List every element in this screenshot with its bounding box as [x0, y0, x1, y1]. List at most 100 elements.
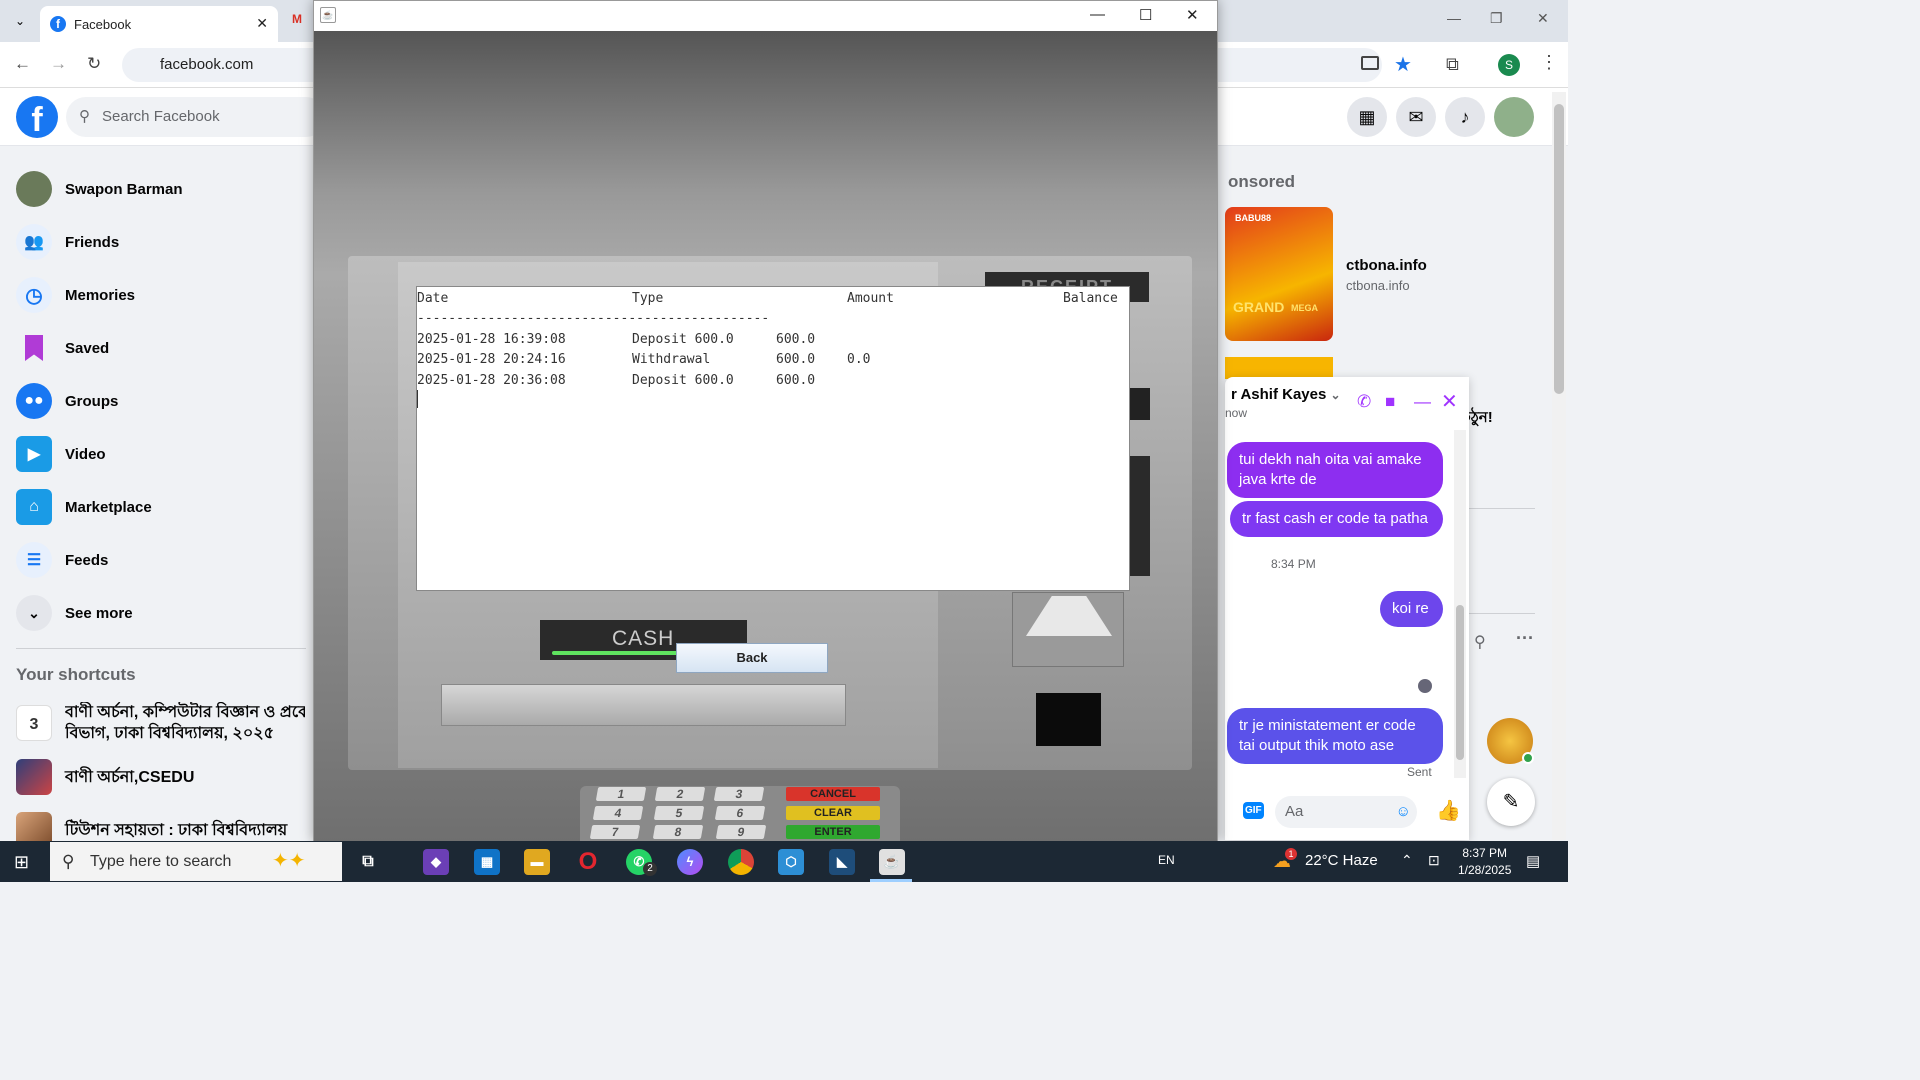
virtualbox-icon[interactable]: ⬡ [778, 849, 804, 875]
ad-image[interactable]: BABU88 GRAND MEGA [1225, 207, 1333, 341]
chat-contact-name[interactable]: r Ashif Kayes ⌄ [1231, 386, 1341, 403]
clock[interactable]: 8:37 PM 1/28/2025 [1458, 845, 1511, 879]
star-icon[interactable]: ★ [1394, 52, 1412, 77]
row-type: Withdrawal [632, 352, 711, 367]
profile-avatar[interactable]: S [1498, 54, 1520, 76]
back-icon[interactable]: ← [14, 54, 31, 74]
cancel-key[interactable]: CANCEL [786, 787, 880, 801]
phone-icon[interactable]: ✆ [1357, 392, 1371, 412]
atm-minimize-icon[interactable]: — [1090, 6, 1105, 23]
minimize-chat-icon[interactable]: — [1414, 392, 1431, 412]
chat-scrollbar-thumb[interactable] [1456, 605, 1464, 760]
page-scrollbar-thumb[interactable] [1554, 104, 1564, 394]
tab-title: Facebook [74, 16, 132, 32]
tab-close-icon[interactable]: ✕ [256, 15, 268, 32]
emoji-icon[interactable]: ☺ [1396, 796, 1411, 828]
notification-center-icon[interactable]: ▤ [1526, 852, 1540, 870]
keypad-key-3[interactable]: 3 [713, 787, 765, 801]
menu-icon[interactable]: ⋮ [1540, 52, 1558, 73]
chat-message-input[interactable]: Aa ☺ [1275, 796, 1417, 828]
mysql-workbench-icon[interactable]: ◣ [829, 849, 855, 875]
reload-icon[interactable]: ↻ [87, 54, 101, 74]
sidebar-item-groups[interactable]: ●● Groups [16, 379, 306, 423]
chat-status: now [1225, 406, 1248, 420]
atm-close-icon[interactable]: ✕ [1186, 6, 1199, 24]
sidebar-item-profile[interactable]: Swapon Barman [16, 167, 306, 211]
tab-search-button[interactable]: ⌄ [8, 9, 32, 33]
atm-maximize-icon[interactable]: ☐ [1139, 6, 1152, 24]
keypad-key-1[interactable]: 1 [595, 787, 647, 801]
contacts-search-icon[interactable]: ⚲ [1474, 632, 1486, 652]
close-window-icon[interactable]: ✕ [1537, 10, 1549, 27]
active-app-indicator [870, 879, 912, 882]
sidebar-item-feeds[interactable]: ☰ Feeds [16, 538, 306, 582]
contacts-more-icon[interactable]: ··· [1516, 628, 1534, 649]
column-header-type: Type [632, 291, 664, 306]
keypad-key-7[interactable]: 7 [589, 825, 641, 839]
like-button[interactable]: 👍 [1436, 798, 1461, 823]
notifications-icon[interactable]: ♪ [1445, 97, 1485, 137]
ad-url[interactable]: ctbona.info [1346, 278, 1410, 293]
sidebar-item-memories[interactable]: ◷ Memories [16, 273, 306, 317]
network-icon[interactable]: ⊡ [1428, 852, 1440, 869]
weather-text[interactable]: 22°C Haze [1305, 852, 1378, 869]
sidebar-item-see-more[interactable]: ⌄ See more [16, 591, 306, 635]
facebook-search-input[interactable]: ⚲ Search Facebook [66, 97, 326, 137]
messenger-taskbar-icon[interactable]: ϟ [677, 849, 703, 875]
gmail-tab-icon[interactable]: M [292, 12, 302, 26]
task-view-icon[interactable]: ⧉ [355, 849, 381, 875]
ad-title[interactable]: ctbona.info [1346, 257, 1427, 274]
keypad-key-8[interactable]: 8 [652, 825, 704, 839]
mini-statement-textarea[interactable]: Date Type Amount Balance ---------------… [416, 286, 1130, 591]
windows-start-icon[interactable]: ⊞ [14, 852, 29, 873]
online-indicator [1522, 752, 1534, 764]
keypad-key-2[interactable]: 2 [654, 787, 706, 801]
clear-key[interactable]: CLEAR [786, 806, 880, 820]
chevron-down-icon[interactable]: ⌄ [1331, 388, 1341, 402]
enter-key[interactable]: ENTER [786, 825, 880, 839]
chrome-icon[interactable] [728, 849, 754, 875]
ad-image[interactable] [1225, 357, 1333, 379]
chevron-up-icon[interactable]: ⌃ [1401, 852, 1413, 869]
feeds-icon: ☰ [16, 542, 52, 578]
java-taskbar-icon[interactable]: ☕ [879, 849, 905, 875]
minimize-icon[interactable]: — [1447, 10, 1461, 26]
shortcut-item[interactable]: 3 বাণী অর্চনা, কম্পিউটার বিজ্ঞান ও প্রকে… [16, 702, 306, 744]
opera-icon[interactable]: O [575, 849, 601, 875]
keypad-key-6[interactable]: 6 [714, 806, 766, 820]
sidebar-item-saved[interactable]: Saved [16, 326, 306, 370]
back-button[interactable]: Back [676, 643, 828, 673]
sidebar-item-video[interactable]: ▶ Video [16, 432, 306, 476]
file-explorer-icon[interactable]: ▬ [524, 849, 550, 875]
shortcut-item[interactable]: বাণী অর্চনা,CSEDU [16, 759, 306, 795]
gif-button[interactable]: GIF [1243, 802, 1264, 819]
taskbar-search-input[interactable]: ⚲ Type here to search ✦✦ [50, 842, 342, 881]
messenger-icon[interactable]: ✉ [1396, 97, 1436, 137]
language-indicator[interactable]: EN [1158, 853, 1175, 867]
microsoft-store-icon[interactable]: ▦ [474, 849, 500, 875]
new-message-button[interactable]: ✎ [1487, 778, 1535, 826]
atm-card-slot [1036, 693, 1101, 746]
tab-facebook[interactable]: f Facebook ✕ [40, 6, 278, 42]
install-icon[interactable] [1361, 56, 1379, 70]
forward-icon[interactable]: → [50, 54, 67, 74]
visual-studio-icon[interactable]: ◆ [423, 849, 449, 875]
keypad-key-4[interactable]: 4 [592, 806, 644, 820]
extensions-icon[interactable]: ⧉ [1446, 54, 1459, 75]
cash-label: CASH [612, 627, 675, 650]
avatar [16, 171, 52, 207]
search-icon: ⚲ [62, 852, 75, 871]
close-chat-icon[interactable]: ✕ [1441, 389, 1458, 414]
sidebar-item-friends[interactable]: 👥 Friends [16, 220, 306, 264]
row-amount: 600.0 [776, 352, 816, 367]
account-icon[interactable] [1494, 97, 1534, 137]
keypad-key-9[interactable]: 9 [715, 825, 767, 839]
video-call-icon[interactable]: ■ [1385, 392, 1395, 412]
facebook-logo[interactable]: f [16, 96, 58, 139]
keypad-key-5[interactable]: 5 [653, 806, 705, 820]
atm-side-slot [1128, 456, 1150, 576]
shortcut-label: বাণী অর্চনা,CSEDU [65, 768, 195, 786]
sidebar-item-marketplace[interactable]: ⌂ Marketplace [16, 485, 306, 529]
menu-grid-icon[interactable]: ▦ [1347, 97, 1387, 137]
restore-icon[interactable]: ❐ [1490, 10, 1503, 27]
